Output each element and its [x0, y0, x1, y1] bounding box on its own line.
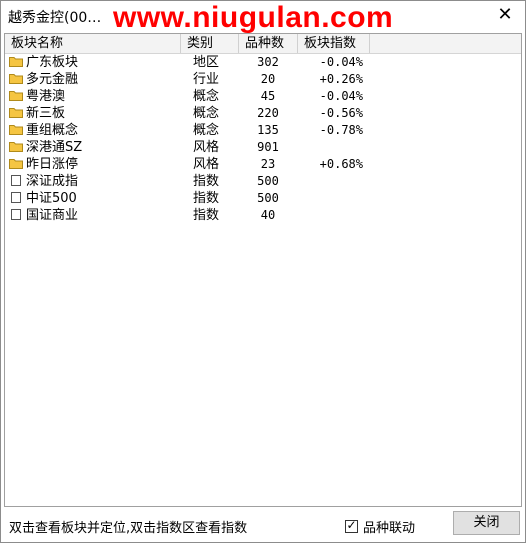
sector-index: -0.04%	[319, 89, 363, 103]
folder-icon	[9, 74, 23, 84]
folder-icon	[9, 108, 23, 118]
close-icon[interactable]: ✕	[495, 5, 515, 25]
sector-type: 行业	[193, 72, 220, 87]
sector-count: 500	[257, 191, 279, 205]
column-header-type[interactable]: 类别	[181, 34, 239, 53]
sector-index: -0.78%	[319, 123, 363, 137]
linkage-checkbox[interactable]: ✓ 品种联动	[345, 517, 415, 536]
sector-name-cell: 重组概念	[9, 122, 78, 139]
sector-name: 多元金融	[26, 72, 79, 87]
sector-index: -0.04%	[319, 55, 363, 69]
checkbox-label: 品种联动	[363, 521, 416, 536]
list-rows: 广东板块 地区 302 -0.04% 多元金融 行业 20 +0.26% 粤港澳 概念 45 -0.0…	[5, 54, 521, 224]
watermark-text: www.niugulan.com	[113, 1, 394, 34]
sector-name: 粤港澳	[26, 89, 66, 104]
sector-type: 概念	[193, 89, 220, 104]
sector-count: 135	[257, 123, 279, 137]
window-title: 越秀金控(00…	[8, 10, 102, 26]
sector-type: 风格	[193, 140, 220, 155]
folder-icon	[9, 91, 23, 101]
sector-name-cell: 深证成指	[9, 173, 78, 190]
folder-icon	[9, 142, 23, 152]
sector-count: 220	[257, 106, 279, 120]
sector-type: 地区	[193, 55, 220, 70]
list-item[interactable]: 中证500 指数 500	[5, 190, 521, 207]
sector-count: 23	[260, 157, 276, 171]
sector-count: 302	[257, 55, 279, 69]
sector-count: 20	[260, 72, 276, 86]
list-item[interactable]: 粤港澳 概念 45 -0.04%	[5, 88, 521, 105]
column-header-name[interactable]: 板块名称	[5, 34, 181, 53]
list-item[interactable]: 深证成指 指数 500	[5, 173, 521, 190]
list-item[interactable]: 深港通SZ 风格 901	[5, 139, 521, 156]
sector-index	[303, 207, 363, 224]
list-item[interactable]: 昨日涨停 风格 23 +0.68%	[5, 156, 521, 173]
list-item[interactable]: 广东板块 地区 302 -0.04%	[5, 54, 521, 71]
blank-icon	[11, 209, 21, 220]
title-bar[interactable]: 越秀金控(00… www.niugulan.com ✕	[1, 1, 525, 34]
list-item[interactable]: 国证商业 指数 40	[5, 207, 521, 224]
folder-icon	[9, 57, 23, 67]
sector-index: +0.26%	[319, 72, 363, 86]
sector-name: 重组概念	[26, 123, 79, 138]
column-header-count[interactable]: 品种数	[239, 34, 298, 53]
sector-count: 901	[257, 140, 279, 154]
sector-name: 深证成指	[26, 174, 79, 189]
sector-name-cell: 国证商业	[9, 207, 78, 224]
sector-name-cell: 新三板	[9, 105, 65, 122]
sector-name-cell: 深港通SZ	[9, 139, 82, 156]
folder-icon	[9, 159, 23, 169]
sector-name: 国证商业	[26, 208, 79, 223]
sector-index: -0.56%	[319, 106, 363, 120]
sector-name-cell: 粤港澳	[9, 88, 65, 105]
list-item[interactable]: 新三板 概念 220 -0.56%	[5, 105, 521, 122]
sector-name: 昨日涨停	[26, 157, 79, 172]
sector-index	[303, 139, 363, 156]
blank-icon	[11, 192, 21, 203]
sector-name: 新三板	[26, 106, 66, 121]
status-bar: 双击查看板块并定位,双击指数区查看指数 ✓ 品种联动	[1, 509, 525, 542]
list-header: 板块名称 类别 品种数 板块指数	[5, 34, 521, 54]
list-item[interactable]: 多元金融 行业 20 +0.26%	[5, 71, 521, 88]
sector-name-cell: 广东板块	[9, 54, 78, 71]
sector-count: 40	[260, 208, 276, 222]
list-item[interactable]: 重组概念 概念 135 -0.78%	[5, 122, 521, 139]
sector-name-cell: 昨日涨停	[9, 156, 78, 173]
sector-name: 中证500	[26, 191, 77, 206]
sector-index	[303, 173, 363, 190]
sector-name: 广东板块	[26, 55, 79, 70]
check-icon: ✓	[346, 518, 357, 532]
blank-icon	[11, 175, 21, 186]
sector-count: 45	[260, 89, 276, 103]
sector-type: 风格	[193, 157, 220, 172]
status-hint: 双击查看板块并定位,双击指数区查看指数	[9, 521, 248, 536]
sector-type: 概念	[193, 123, 220, 138]
column-header-index[interactable]: 板块指数	[298, 34, 370, 53]
sector-list[interactable]: 板块名称 类别 品种数 板块指数 广东板块 地区 302 -0.04% 多元金融 行业 20…	[4, 33, 522, 507]
sector-name: 深港通SZ	[26, 140, 83, 155]
sector-name-cell: 多元金融	[9, 71, 78, 88]
sector-count: 500	[257, 174, 279, 188]
close-button[interactable]: 关闭	[453, 511, 520, 535]
sector-type: 指数	[193, 208, 220, 223]
sector-dialog: 越秀金控(00… www.niugulan.com ✕ 板块名称 类别 品种数 …	[0, 0, 526, 543]
sector-type: 指数	[193, 191, 220, 206]
sector-index: +0.68%	[319, 157, 363, 171]
checkbox-box[interactable]: ✓	[345, 518, 358, 533]
sector-name-cell: 中证500	[9, 190, 77, 207]
sector-type: 指数	[193, 174, 220, 189]
folder-icon	[9, 125, 23, 135]
sector-type: 概念	[193, 106, 220, 121]
sector-index	[303, 190, 363, 207]
